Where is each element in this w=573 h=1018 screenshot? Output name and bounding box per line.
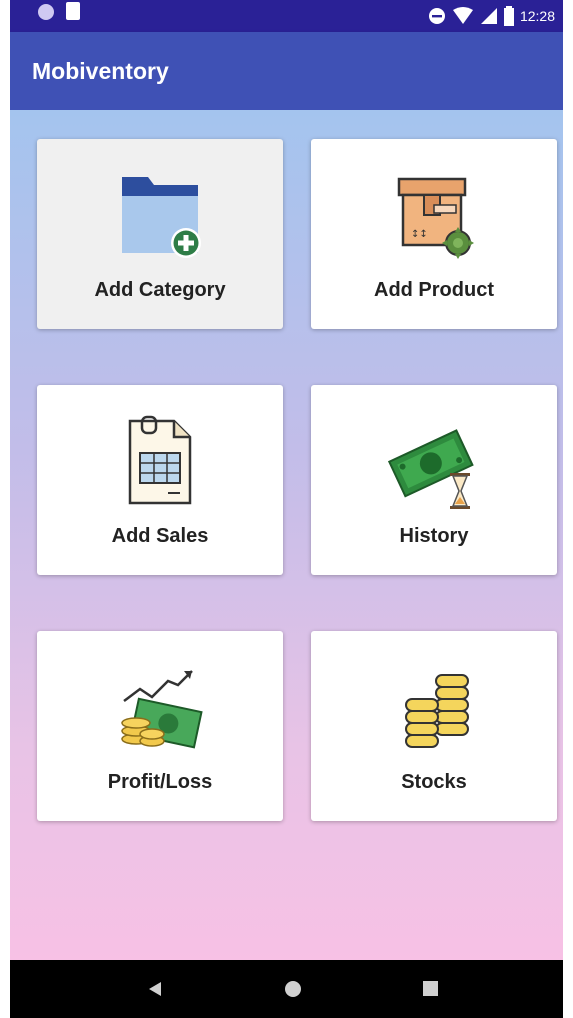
recents-icon xyxy=(423,981,438,996)
app-bar: Mobiventory xyxy=(10,32,563,110)
tile-label: Profit/Loss xyxy=(107,771,213,793)
status-bar: 12:28 xyxy=(10,0,563,32)
coin-stacks-icon xyxy=(405,674,469,748)
sim-card-icon xyxy=(66,2,80,20)
tile-label: Stocks xyxy=(401,771,467,793)
money-hourglass-icon xyxy=(387,429,474,509)
phone-screen: 12:28 Mobiventory Add Category ↕↕ Add Pr… xyxy=(10,0,563,1018)
history-tile[interactable]: History xyxy=(311,385,557,575)
add-category-tile[interactable]: Add Category xyxy=(37,139,283,329)
back-icon xyxy=(149,982,161,996)
tile-label: Add Sales xyxy=(111,525,209,547)
navigation-bar xyxy=(10,960,563,1018)
battery-icon xyxy=(503,6,514,26)
profit-loss-tile[interactable]: Profit/Loss xyxy=(37,631,283,821)
sales-sheet-icon xyxy=(128,415,192,505)
status-time: 12:28 xyxy=(519,8,555,24)
wifi-icon xyxy=(452,7,473,24)
app-title: Mobiventory xyxy=(32,58,169,84)
add-product-tile[interactable]: ↕↕ Add Product xyxy=(311,139,557,329)
recents-button[interactable] xyxy=(391,960,471,1018)
profit-chart-icon xyxy=(121,670,203,749)
tile-label: History xyxy=(399,525,469,547)
home-icon xyxy=(285,981,301,997)
back-button[interactable] xyxy=(115,960,195,1018)
folder-add-icon xyxy=(122,177,201,258)
tile-label: Add Category xyxy=(94,279,226,301)
notification-dot-icon xyxy=(38,4,54,20)
dashboard-grid: Add Category ↕↕ Add Product Add Sales Hi… xyxy=(10,110,563,960)
svg-text:↕↕: ↕↕ xyxy=(411,229,428,240)
add-sales-tile[interactable]: Add Sales xyxy=(37,385,283,575)
tile-label: Add Product xyxy=(374,279,494,301)
home-button[interactable] xyxy=(253,960,333,1018)
do-not-disturb-icon xyxy=(428,8,445,24)
signal-icon xyxy=(480,8,497,24)
stocks-tile[interactable]: Stocks xyxy=(311,631,557,821)
product-box-icon: ↕↕ xyxy=(397,177,474,259)
